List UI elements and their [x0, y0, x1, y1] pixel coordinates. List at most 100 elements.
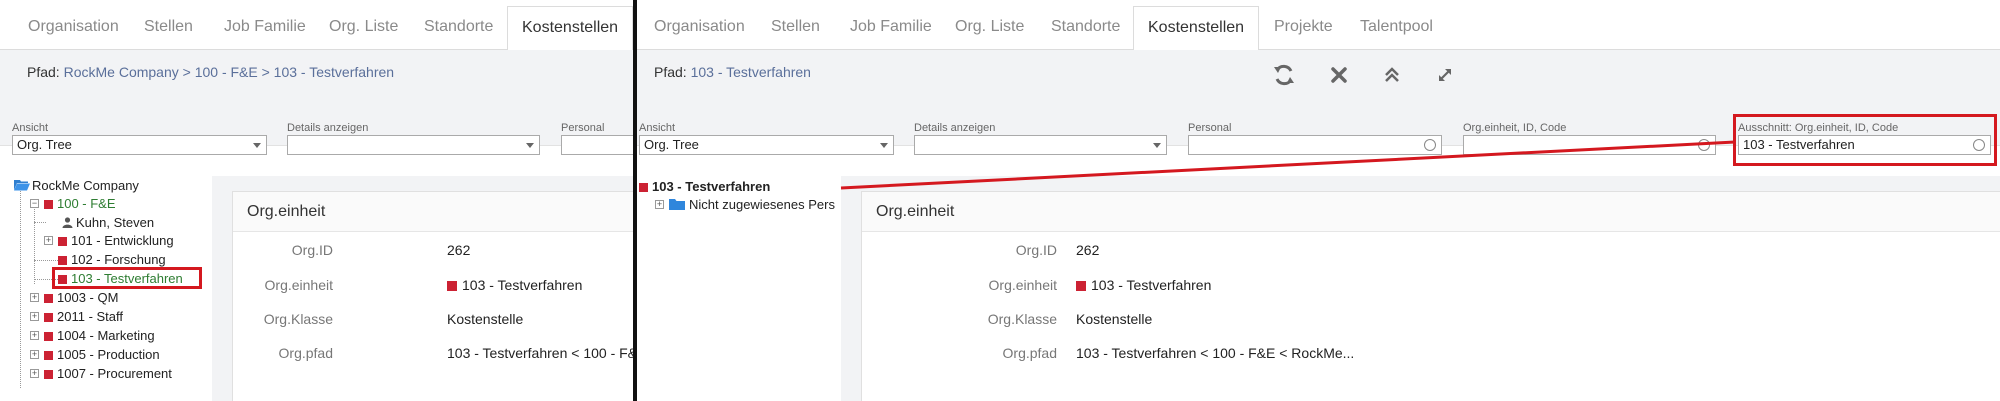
pfad-label: Org.pfad [278, 345, 333, 361]
tree-label: 1003 - QM [57, 290, 119, 305]
tree-item-f-e[interactable]: 100 - F&E [44, 194, 116, 213]
unit-square-icon [639, 183, 648, 192]
expand-icon[interactable]: + [30, 293, 39, 302]
ansicht-label: Ansicht [639, 122, 676, 134]
tab-org-liste[interactable]: Org. Liste [941, 6, 1038, 50]
path-value[interactable]: RockMe Company > 100 - F&E > 103 - Testv… [64, 64, 394, 80]
orgid-label: Org.ID [1015, 242, 1057, 258]
org-unit-card: Org.einheit Org.ID 262 Org.einheit 103 -… [861, 191, 2000, 401]
klasse-label: Org.Klasse [263, 311, 333, 327]
orgeinheit-input[interactable] [1463, 135, 1716, 155]
tree-label: 103 - Testverfahren [652, 179, 771, 194]
left-screenshot-panel: Organisation Stellen Job Familie Org. Li… [0, 0, 633, 401]
einheit-text: 103 - Testverfahren [1091, 277, 1212, 293]
tab-talentpool[interactable]: Talentpool [1346, 6, 1447, 50]
folder-icon [669, 199, 685, 210]
expand-icon[interactable] [1432, 62, 1458, 88]
unit-square-icon [44, 200, 53, 209]
tree-item-procurement[interactable]: 1007 - Procurement [44, 364, 172, 383]
chevron-down-icon [1153, 143, 1161, 148]
chevron-down-icon [526, 143, 534, 148]
card-title: Org.einheit [233, 192, 633, 232]
tab-kostenstellen[interactable]: Kostenstellen [1133, 6, 1260, 51]
tree-item-entwicklung[interactable]: 101 - Entwicklung [58, 231, 174, 250]
double-chevron-up-icon[interactable] [1379, 62, 1405, 88]
org-unit-card: Org.einheit Org.ID 262 Org.einheit 103 -… [232, 191, 633, 401]
tab-standorte[interactable]: Standorte [410, 6, 507, 50]
refresh-icon[interactable] [1271, 62, 1297, 88]
details-label: Details anzeigen [914, 122, 996, 134]
ansicht-select[interactable]: Org. Tree [639, 135, 894, 155]
tab-org-liste[interactable]: Org. Liste [315, 6, 412, 50]
einheit-text: 103 - Testverfahren [462, 277, 583, 293]
breadcrumb: Pfad: RockMe Company > 100 - F&E > 103 -… [27, 64, 394, 80]
tree-label: 2011 - Staff [57, 309, 124, 324]
tab-stellen[interactable]: Stellen [130, 6, 207, 50]
expand-icon[interactable]: + [30, 312, 39, 321]
tree-item-marketing[interactable]: 1004 - Marketing [44, 326, 155, 345]
orgid-label: Org.ID [291, 242, 333, 258]
details-select[interactable] [287, 135, 540, 155]
tab-job-familie[interactable]: Job Familie [210, 6, 320, 50]
orgid-value: 262 [447, 242, 471, 258]
expand-icon[interactable]: + [30, 369, 39, 378]
tree-item-testverfahren[interactable]: 103 - Testverfahren [639, 177, 770, 196]
collapse-icon[interactable]: − [30, 199, 39, 208]
tab-job-familie[interactable]: Job Familie [836, 6, 946, 50]
tab-projekte[interactable]: Projekte [1260, 6, 1347, 50]
personal-input[interactable] [1188, 135, 1442, 155]
unit-square-icon [44, 332, 53, 341]
tab-standorte[interactable]: Standorte [1037, 6, 1134, 50]
tree-item-qm[interactable]: 1003 - QM [44, 288, 118, 307]
personal-label: Personal [1188, 122, 1232, 134]
einheit-value: 103 - Testverfahren [447, 277, 582, 293]
tab-organisation[interactable]: Organisation [640, 6, 759, 50]
tab-bar: Organisation Stellen Job Familie Org. Li… [0, 0, 633, 51]
highlight-box [52, 267, 202, 289]
pfad-value: 103 - Testverfahren < 100 - F&E < RockMe… [1076, 345, 1355, 361]
tree-item-rockme[interactable]: RockMe Company [14, 176, 139, 195]
personal-label: Personal [561, 122, 605, 134]
expand-icon[interactable]: + [655, 200, 664, 209]
expand-icon[interactable]: + [30, 350, 39, 359]
person-icon [62, 217, 73, 228]
tree-label: Nicht zugewiesenes Pers [689, 197, 835, 212]
details-select[interactable] [914, 135, 1167, 155]
tree-label: 102 - Forschung [71, 252, 166, 267]
einheit-label: Org.einheit [264, 277, 333, 293]
chevron-down-icon [880, 143, 888, 148]
unit-square-icon [44, 313, 53, 322]
ansicht-label: Ansicht [12, 122, 49, 134]
path-label: Pfad: [654, 64, 687, 80]
tree-item-production[interactable]: 1005 - Production [44, 345, 160, 364]
orgid-value: 262 [1076, 242, 1100, 258]
tree-item-kuhn[interactable]: Kuhn, Steven [62, 213, 154, 232]
tree-label: 1004 - Marketing [57, 328, 155, 343]
expand-icon[interactable]: + [44, 236, 53, 245]
einheit-value: 103 - Testverfahren [1076, 277, 1211, 293]
klasse-label: Org.Klasse [987, 311, 1057, 327]
path-label: Pfad: [27, 64, 60, 80]
tree-item-nicht-zugewiesen[interactable]: Nicht zugewiesenes Pers [669, 195, 835, 214]
tab-kostenstellen[interactable]: Kostenstellen [507, 6, 633, 51]
path-value[interactable]: 103 - Testverfahren [691, 64, 811, 80]
ansicht-value: Org. Tree [644, 137, 699, 152]
unit-square-icon [44, 294, 53, 303]
tab-stellen[interactable]: Stellen [757, 6, 834, 50]
unit-square-icon [58, 256, 67, 265]
chevron-down-icon [253, 143, 261, 148]
search-icon[interactable] [1698, 139, 1710, 151]
personal-input[interactable] [561, 135, 633, 155]
pfad-label: Org.pfad [1002, 345, 1057, 361]
card-title: Org.einheit [862, 192, 2000, 232]
tab-organisation[interactable]: Organisation [14, 6, 133, 50]
tree-label: 100 - F&E [57, 196, 116, 211]
pfad-value: 103 - Testverfahren < 100 - F&E [447, 345, 633, 361]
ansicht-select[interactable]: Org. Tree [12, 135, 267, 155]
close-icon[interactable] [1326, 62, 1352, 88]
right-screenshot-panel: Organisation Stellen Job Familie Org. Li… [637, 0, 2000, 401]
expand-icon[interactable]: + [30, 331, 39, 340]
tree-item-staff[interactable]: 2011 - Staff [44, 307, 123, 326]
klasse-value: Kostenstelle [447, 311, 524, 327]
search-icon[interactable] [1424, 139, 1436, 151]
